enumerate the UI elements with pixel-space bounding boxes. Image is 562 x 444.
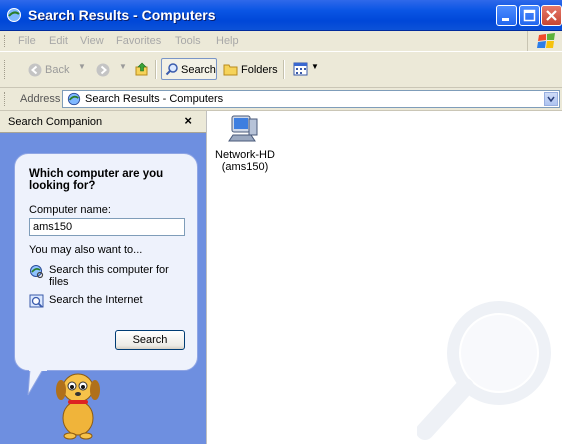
toolbar: Back ▼ ▼ Search Folders ▼ — [0, 52, 562, 88]
search-companion-pane: Search Companion × Which computer are yo… — [0, 111, 206, 444]
search-files-option[interactable]: Search this computer for files — [29, 264, 189, 290]
result-item-name: Network-HD — [215, 149, 275, 161]
menu-edit[interactable]: Edit — [49, 35, 68, 47]
menu-favorites[interactable]: Favorites — [116, 35, 161, 47]
folders-icon — [223, 64, 238, 76]
menu-grip — [4, 35, 8, 47]
up-folder-icon[interactable] — [134, 61, 150, 77]
windows-logo-icon — [537, 33, 555, 48]
computer-name-input[interactable] — [29, 218, 185, 236]
search-balloon: Which computer are you looking for? Comp… — [14, 153, 198, 371]
search-internet-label: Search the Internet — [49, 294, 143, 306]
title-bar[interactable]: Search Results - Computers — [0, 0, 562, 31]
folders-button-label[interactable]: Folders — [241, 64, 278, 76]
balloon-tail — [27, 369, 47, 396]
windows-logo — [527, 31, 562, 51]
search-icon — [165, 63, 178, 76]
search-window-icon — [67, 92, 81, 106]
back-dropdown-arrow[interactable]: ▼ — [78, 62, 86, 71]
menu-bar: File Edit View Favorites Tools Help — [0, 31, 562, 52]
search-companion-title: Search Companion — [8, 116, 103, 128]
close-pane-button[interactable]: × — [184, 113, 192, 128]
search-internet-icon — [29, 294, 44, 308]
menu-help[interactable]: Help — [216, 35, 239, 47]
minimize-button[interactable] — [496, 5, 517, 26]
minimize-icon — [502, 18, 509, 21]
search-window-icon — [7, 8, 21, 22]
views-icon[interactable] — [293, 62, 309, 76]
computer-name-label: Computer name: — [29, 204, 111, 216]
chevron-down-icon — [547, 96, 555, 103]
search-button-label: Search — [181, 64, 216, 76]
search-button[interactable]: Search — [115, 330, 185, 350]
address-label: Address — [20, 93, 61, 105]
address-bar: Address Search Results - Computers — [0, 88, 562, 111]
toolbar-grip — [4, 60, 8, 79]
computer-icon — [228, 115, 258, 142]
dog-icon — [56, 373, 100, 440]
address-dropdown-button[interactable] — [544, 92, 558, 106]
address-field[interactable]: Search Results - Computers — [62, 90, 560, 108]
results-pane: Network-HD (ams150) — [206, 111, 562, 444]
window-title: Search Results - Computers — [28, 7, 216, 23]
forward-arrow-icon[interactable] — [96, 63, 110, 77]
views-dropdown-arrow[interactable]: ▼ — [311, 62, 319, 71]
menu-tools[interactable]: Tools — [175, 35, 201, 47]
search-files-label: Search this computer for files — [49, 264, 169, 288]
search-files-icon — [30, 265, 44, 279]
maximize-button[interactable] — [519, 5, 540, 26]
result-item-detail: (ams150) — [221, 161, 269, 173]
address-value: Search Results - Computers — [85, 93, 224, 105]
magnifier-watermark-icon — [417, 301, 551, 440]
close-icon — [546, 10, 557, 21]
search-companion-header: Search Companion × — [0, 111, 206, 133]
menu-file[interactable]: File — [18, 35, 36, 47]
question-heading: Which computer are you looking for? — [29, 168, 164, 192]
forward-dropdown-arrow[interactable]: ▼ — [119, 62, 127, 71]
back-button-label[interactable]: Back — [45, 64, 69, 76]
back-arrow-icon[interactable] — [28, 63, 42, 77]
menu-view[interactable]: View — [80, 35, 104, 47]
close-button[interactable] — [541, 5, 562, 26]
also-label: You may also want to... — [29, 244, 143, 256]
search-internet-option[interactable]: Search the Internet — [29, 294, 189, 308]
maximize-icon — [523, 9, 536, 22]
